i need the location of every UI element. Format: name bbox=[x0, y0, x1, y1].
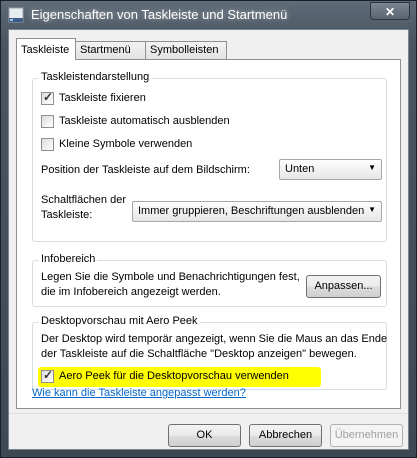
small-icons-checkbox[interactable] bbox=[41, 138, 54, 151]
autohide-checkbox[interactable] bbox=[41, 115, 54, 128]
group-notification-area: Infobereich Legen Sie die Symbole und Be… bbox=[32, 253, 387, 307]
dialog-client-area: Taskleiste Startmenü Symbolleisten Taskl… bbox=[8, 29, 409, 450]
aero-peek-text-line1: Der Desktop wird temporär angezeigt, wen… bbox=[41, 333, 388, 345]
group-aero-peek: Desktopvorschau mit Aero Peek Der Deskto… bbox=[32, 315, 388, 390]
tab-taskleiste[interactable]: Taskleiste bbox=[16, 38, 76, 60]
position-dropdown[interactable]: Unten ▼ bbox=[279, 159, 382, 180]
group-title-taskbar-appearance: Taskleistendarstellung bbox=[39, 71, 152, 83]
tab-startmenu[interactable]: Startmenü bbox=[75, 41, 146, 59]
taskbar-buttons-dropdown-value: Immer gruppieren, Beschriftungen ausblen… bbox=[138, 205, 365, 217]
taskbar-buttons-dropdown[interactable]: Immer gruppieren, Beschriftungen ausblen… bbox=[132, 201, 382, 222]
tab-symbolleisten[interactable]: Symbolleisten bbox=[145, 41, 227, 59]
notification-text-line2: die im Infobereich angezeigt werden. bbox=[41, 286, 221, 298]
lock-taskbar-checkbox[interactable]: ✓ bbox=[41, 90, 54, 105]
position-label: Position der Taskleiste auf dem Bildschi… bbox=[41, 164, 250, 176]
taskbar-properties-icon bbox=[8, 7, 24, 23]
checkmark-icon: ✓ bbox=[43, 368, 54, 382]
group-taskbar-appearance: Taskleistendarstellung ✓ Taskleiste fixi… bbox=[32, 71, 387, 242]
group-title-notification-area: Infobereich bbox=[39, 253, 98, 265]
buttons-label-line2: Taskleiste: bbox=[41, 209, 93, 221]
ok-button[interactable]: OK bbox=[168, 424, 241, 447]
title-bar[interactable]: Eigenschaften von Taskleiste und Startme… bbox=[1, 1, 416, 29]
aero-peek-checkbox[interactable]: ✓ bbox=[41, 368, 54, 383]
autohide-label[interactable]: Taskleiste automatisch ausblenden bbox=[59, 115, 230, 127]
aero-peek-label[interactable]: Aero Peek für die Desktopvorschau verwen… bbox=[59, 370, 289, 382]
footer-divider bbox=[9, 413, 408, 414]
cancel-button[interactable]: Abbrechen bbox=[249, 424, 322, 447]
chevron-down-icon: ▼ bbox=[368, 205, 376, 214]
position-dropdown-value: Unten bbox=[285, 163, 315, 175]
dialog-window: Eigenschaften von Taskleiste und Startme… bbox=[0, 0, 417, 458]
notification-text-line1: Legen Sie die Symbole und Benachrichtigu… bbox=[41, 271, 300, 283]
help-link[interactable]: Wie kann die Taskleiste angepasst werden… bbox=[32, 387, 246, 399]
buttons-label-line1: Schaltflächen der bbox=[41, 194, 126, 206]
small-icons-label[interactable]: Kleine Symbole verwenden bbox=[59, 138, 192, 150]
apply-button[interactable]: Übernehmen bbox=[330, 424, 403, 447]
lock-taskbar-label[interactable]: Taskleiste fixieren bbox=[59, 92, 146, 104]
tab-panel-taskleiste: Taskleistendarstellung ✓ Taskleiste fixi… bbox=[16, 59, 401, 409]
aero-peek-text-line2: der Taskleiste auf die Schaltfläche "Des… bbox=[41, 348, 357, 360]
window-title: Eigenschaften von Taskleiste und Startme… bbox=[31, 7, 288, 22]
chevron-down-icon: ▼ bbox=[368, 163, 376, 172]
checkmark-icon: ✓ bbox=[43, 90, 54, 104]
group-title-aero-peek: Desktopvorschau mit Aero Peek bbox=[39, 315, 200, 327]
customize-button[interactable]: Anpassen... bbox=[306, 275, 381, 298]
close-button[interactable]: ✕ bbox=[370, 2, 410, 20]
